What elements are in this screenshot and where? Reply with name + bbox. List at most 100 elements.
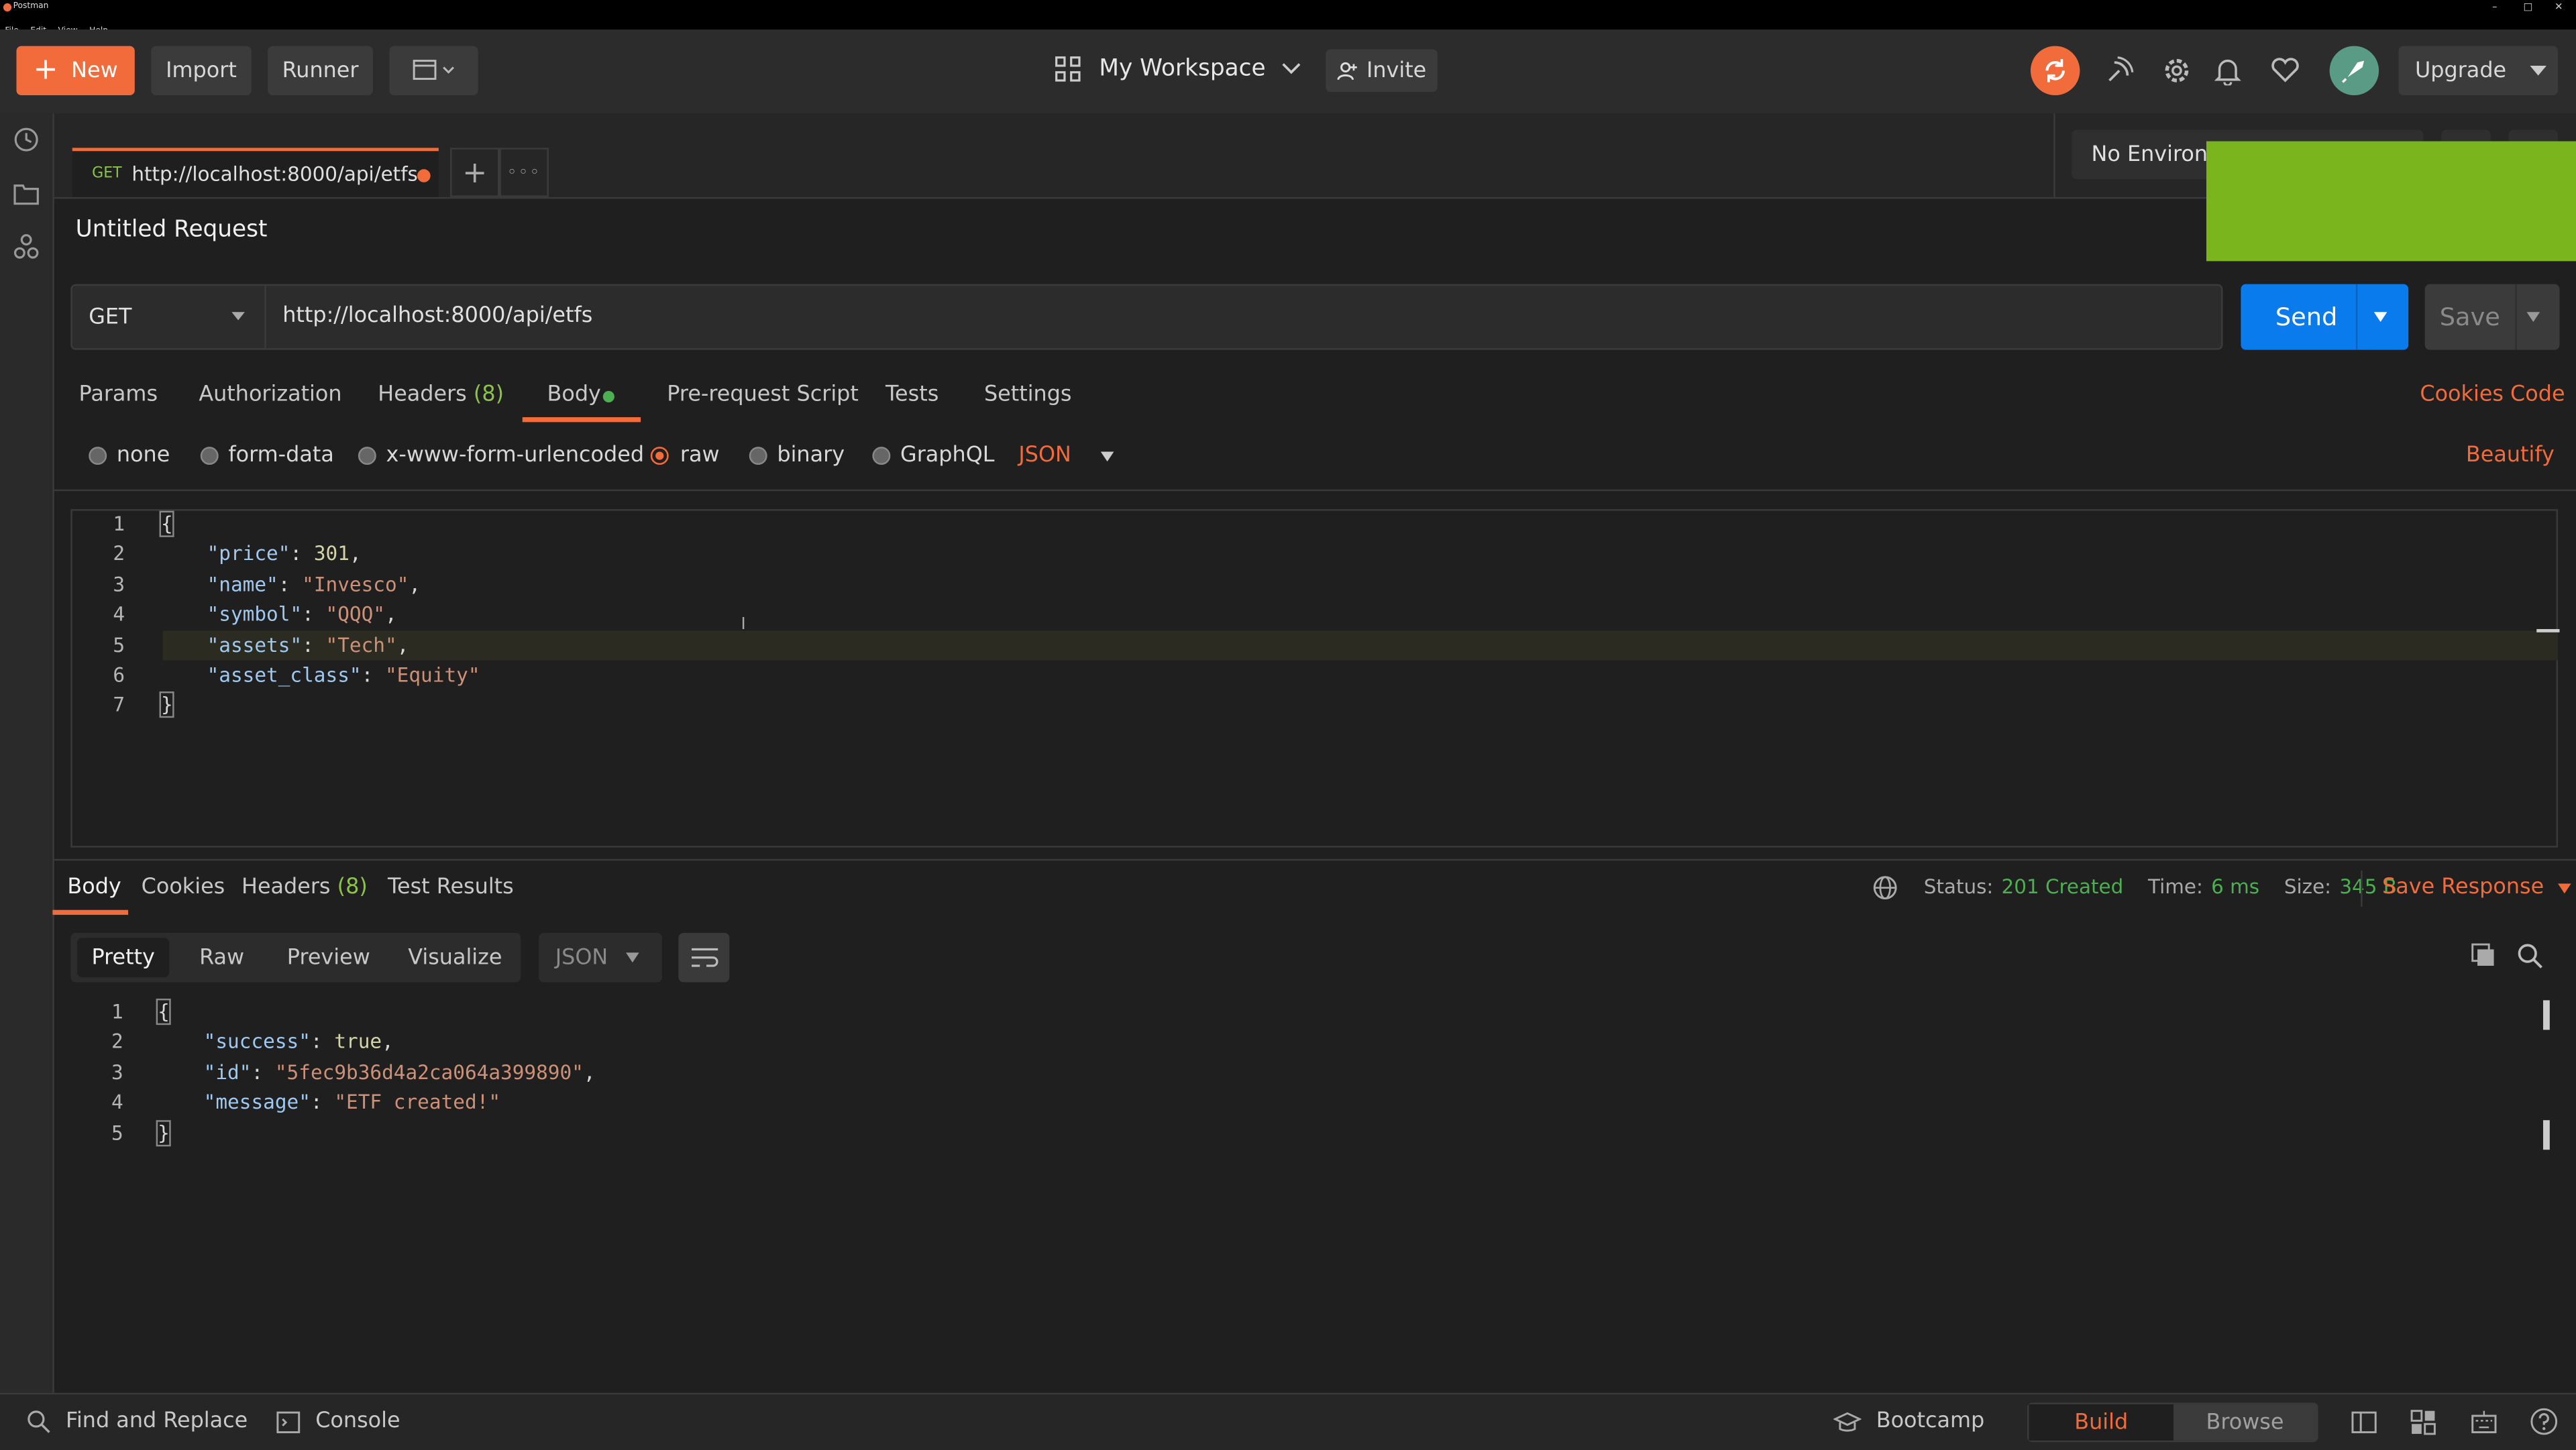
tab-active-request[interactable]: GET http://localhost:8000/api/etfs [72, 148, 439, 197]
code-line: } [159, 691, 175, 719]
request-title[interactable]: Untitled Request [76, 217, 268, 243]
cookies-link[interactable]: Cookies [2420, 383, 2504, 408]
radio-urlencoded[interactable] [358, 447, 376, 465]
globe-icon[interactable] [1873, 875, 1898, 907]
current-line-highlight [162, 630, 2559, 661]
save-response-button[interactable]: Save Response [2382, 875, 2572, 900]
two-pane-icon[interactable] [2351, 1411, 2377, 1441]
help-icon[interactable] [2530, 1408, 2558, 1442]
line-number: 4 [111, 1091, 123, 1114]
close-icon[interactable]: ✕ [2555, 0, 2563, 15]
more-tabs-icon[interactable]: ◦◦◦ [499, 148, 549, 197]
status-footer: Find and Replace Console Bootcamp Build … [0, 1392, 2576, 1450]
body-active-dot-icon [602, 390, 614, 403]
response-tab-cookies[interactable]: Cookies [142, 875, 225, 900]
caret-down-icon [1100, 451, 1114, 461]
sync-icon[interactable] [2030, 46, 2080, 96]
history-icon[interactable] [13, 127, 40, 160]
radio-graphql[interactable] [872, 447, 891, 465]
avatar-rocket-icon[interactable] [2329, 46, 2379, 96]
keyboard-shortcuts-icon[interactable] [2471, 1409, 2497, 1442]
response-format-select[interactable]: JSON [539, 933, 662, 983]
time-value[interactable]: 6 ms [2211, 875, 2259, 898]
json-value: 301 [313, 543, 350, 566]
browse-toggle[interactable]: Browse [2174, 1404, 2317, 1441]
send-button[interactable]: Send [2241, 284, 2409, 350]
satellite-icon[interactable] [2094, 46, 2143, 95]
apis-icon[interactable] [13, 233, 40, 266]
left-sidebar [0, 113, 54, 1393]
brace: { [156, 998, 172, 1025]
code-line: "id": "5fec9b36d4a2ca064a399890", [203, 1060, 596, 1084]
copy-icon[interactable] [2471, 943, 2497, 976]
build-toggle[interactable]: Build [2029, 1404, 2174, 1441]
workspace-selector[interactable]: My Workspace [1055, 56, 1301, 82]
search-icon[interactable] [2517, 943, 2543, 976]
status-badge[interactable]: 201 Created [2002, 875, 2124, 898]
radio-binary[interactable] [749, 447, 767, 465]
gear-icon[interactable] [2152, 46, 2201, 95]
line-number: 2 [113, 543, 125, 566]
radio-none[interactable] [89, 447, 107, 465]
tab-settings[interactable]: Settings [984, 383, 1072, 408]
bell-icon[interactable] [2203, 46, 2252, 95]
tab-tests[interactable]: Tests [885, 383, 938, 408]
upgrade-button[interactable]: Upgrade [2398, 46, 2559, 96]
console-button[interactable]: Console [276, 1409, 400, 1434]
radio-raw[interactable] [650, 447, 669, 465]
save-button[interactable]: Save [2424, 284, 2560, 350]
tab-authorization[interactable]: Authorization [199, 383, 341, 408]
add-tab-plus-icon[interactable]: + [450, 148, 500, 197]
menu-bar: File Edit View Help [0, 15, 2576, 36]
find-replace-button[interactable]: Find and Replace [26, 1409, 248, 1434]
window-title: Postman [13, 1, 49, 12]
collections-icon[interactable] [13, 180, 40, 213]
minimize-icon[interactable]: – [2492, 0, 2497, 15]
line-number: 3 [111, 1060, 123, 1084]
unsaved-dot-icon[interactable] [417, 169, 431, 182]
layout-grid-icon[interactable] [2410, 1409, 2436, 1442]
scrollbar-bottom-marker[interactable] [2543, 1120, 2550, 1150]
plus-icon: + [33, 52, 58, 87]
caret-down-icon [2559, 883, 2572, 893]
runner-button[interactable]: Runner [268, 46, 373, 96]
view-raw[interactable]: Raw [189, 938, 255, 977]
view-preview[interactable]: Preview [281, 938, 376, 977]
send-options-caret-icon[interactable] [2373, 312, 2387, 323]
request-body-editor[interactable]: 1 {2 "price": 301, 3 "name": "Invesco", 4 "sym… [70, 509, 2560, 848]
response-tab-test-results[interactable]: Test Results [388, 875, 514, 900]
editor-scroll-marker [2536, 628, 2560, 632]
response-tab-body[interactable]: Body [67, 875, 121, 900]
code-line: { [156, 998, 172, 1025]
body-format-select[interactable]: JSON [1018, 443, 1114, 468]
maximize-icon[interactable]: □ [2524, 0, 2533, 15]
code-link[interactable]: Code [2510, 383, 2565, 408]
response-tab-headers[interactable]: Headers (8) [241, 875, 368, 900]
tab-body[interactable]: Body [547, 383, 614, 407]
invite-button[interactable]: Invite [1326, 49, 1438, 93]
line-number: 6 [113, 663, 125, 687]
tab-headers[interactable]: Headers (8) [378, 383, 504, 408]
radio-form-data[interactable] [200, 447, 219, 465]
json-key: "name" [207, 573, 278, 596]
new-window-button[interactable] [389, 46, 478, 96]
tab-params[interactable]: Params [79, 383, 158, 408]
tab-pre-request-script[interactable]: Pre-request Script [667, 383, 859, 408]
view-pretty[interactable]: Pretty [77, 938, 170, 978]
save-options-caret-icon[interactable] [2526, 312, 2540, 323]
code-line: "name": "Invesco", [207, 573, 421, 596]
new-button[interactable]: + New [16, 46, 135, 96]
view-visualize[interactable]: Visualize [402, 938, 508, 977]
response-body-viewer[interactable]: 1 {2 "success": true, 3 "id": "5fec9b36d4a2c… [70, 998, 2558, 1385]
code-line: "asset_class": "Equity" [207, 663, 480, 687]
method-select[interactable]: GET [72, 286, 266, 349]
url-input[interactable]: http://localhost:8000/api/etfs [282, 304, 592, 329]
scrollbar-top-marker[interactable] [2543, 1000, 2550, 1030]
bootcamp-button[interactable]: Bootcamp [1833, 1409, 1984, 1434]
heart-icon[interactable] [2261, 46, 2310, 95]
wrap-lines-icon[interactable] [678, 933, 730, 983]
import-button[interactable]: Import [151, 46, 252, 96]
line-number: 7 [113, 693, 125, 717]
beautify-link[interactable]: Beautify [2466, 443, 2555, 468]
code-line: "assets": "Tech", [207, 633, 409, 657]
